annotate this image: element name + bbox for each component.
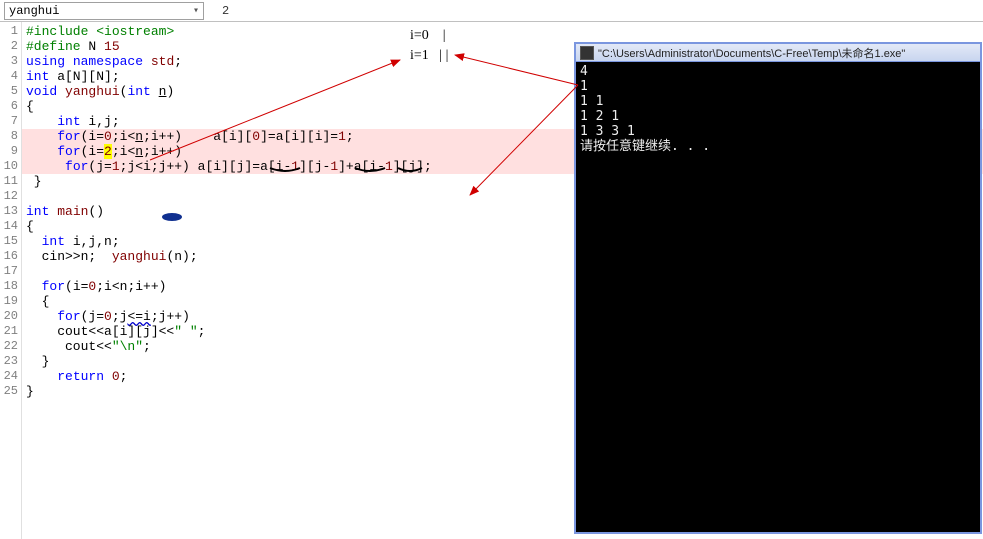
line-number: 21 (0, 324, 21, 339)
line-gutter: 1234567891011121314151617181920212223242… (0, 22, 22, 539)
line-number: 4 (0, 69, 21, 84)
line-number: 18 (0, 279, 21, 294)
console-window[interactable]: "C:\Users\Administrator\Documents\C-Free… (574, 42, 982, 534)
combo-value: yanghui (9, 4, 59, 18)
line-number: 5 (0, 84, 21, 99)
function-combo[interactable]: yanghui (4, 2, 204, 20)
line-number: 19 (0, 294, 21, 309)
line-number: 8 (0, 129, 21, 144)
line-number: 25 (0, 384, 21, 399)
handwritten-note-2: i=1 | | (410, 48, 448, 64)
line-number: 15 (0, 234, 21, 249)
toolbar: yanghui 2 (0, 0, 983, 22)
line-number: 6 (0, 99, 21, 114)
line-number: 20 (0, 309, 21, 324)
line-number: 12 (0, 189, 21, 204)
console-title-text: "C:\Users\Administrator\Documents\C-Free… (598, 45, 905, 61)
console-icon (580, 46, 594, 60)
line-number: 13 (0, 204, 21, 219)
line-number: 11 (0, 174, 21, 189)
line-number: 23 (0, 354, 21, 369)
code-line[interactable]: #include <iostream> (22, 24, 983, 39)
line-number: 2 (0, 39, 21, 54)
page-indicator: 2 (212, 4, 239, 18)
handwritten-note-1: i=0 | (410, 28, 446, 44)
line-number: 1 (0, 24, 21, 39)
line-number: 24 (0, 369, 21, 384)
line-number: 10 (0, 159, 21, 174)
line-number: 16 (0, 249, 21, 264)
line-number: 14 (0, 219, 21, 234)
line-number: 17 (0, 264, 21, 279)
line-number: 9 (0, 144, 21, 159)
line-number: 7 (0, 114, 21, 129)
console-titlebar[interactable]: "C:\Users\Administrator\Documents\C-Free… (576, 44, 980, 62)
console-body: 4 1 1 1 1 2 1 1 3 3 1 请按任意键继续. . . (576, 62, 980, 156)
line-number: 22 (0, 339, 21, 354)
line-number: 3 (0, 54, 21, 69)
